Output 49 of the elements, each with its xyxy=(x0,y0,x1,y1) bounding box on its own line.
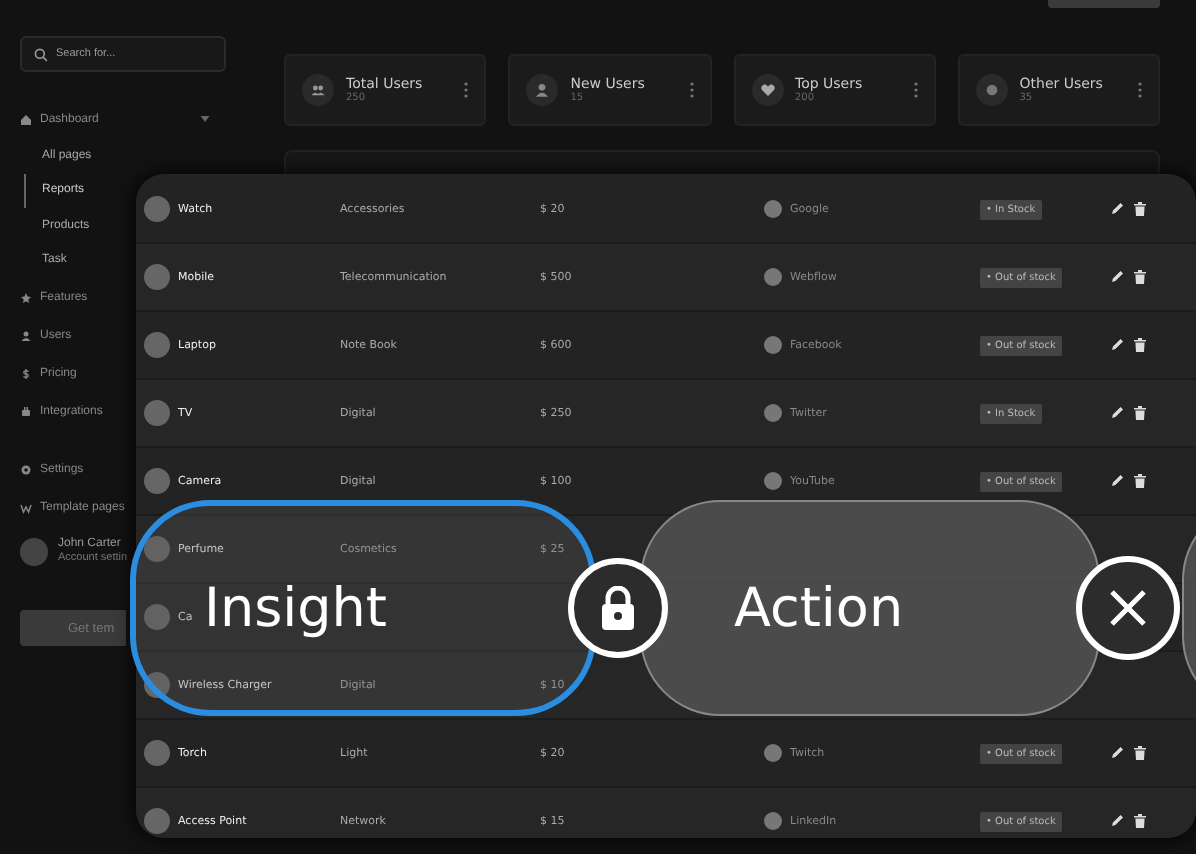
circle-icon xyxy=(983,82,1000,98)
delete-icon[interactable] xyxy=(1134,746,1146,760)
company-logo-icon xyxy=(764,812,782,830)
delete-icon[interactable] xyxy=(1134,406,1146,420)
company-logo-icon xyxy=(764,336,782,354)
edit-icon[interactable] xyxy=(1112,406,1124,418)
edit-icon[interactable] xyxy=(1112,474,1124,486)
company-logo-icon xyxy=(764,744,782,762)
delete-icon[interactable] xyxy=(1134,474,1146,488)
gear-icon xyxy=(20,463,32,475)
delete-icon[interactable] xyxy=(1134,814,1146,828)
edit-icon[interactable] xyxy=(1112,746,1124,758)
product-thumbnail xyxy=(144,808,170,834)
product-thumbnail xyxy=(144,740,170,766)
product-thumbnail xyxy=(144,604,170,630)
close-icon xyxy=(1108,588,1148,628)
search-icon xyxy=(34,48,48,62)
home-icon xyxy=(20,113,32,125)
delete-icon[interactable] xyxy=(1134,338,1146,352)
edit-icon[interactable] xyxy=(1112,270,1124,282)
product-thumbnail xyxy=(144,332,170,358)
company-logo-icon xyxy=(764,268,782,286)
users-icon xyxy=(310,82,326,98)
star-icon xyxy=(20,291,32,303)
more-icon[interactable] xyxy=(913,82,918,98)
company-logo-icon xyxy=(764,404,782,422)
plug-icon xyxy=(20,405,32,417)
company-logo-icon xyxy=(764,200,782,218)
more-icon[interactable] xyxy=(464,82,469,98)
edit-icon[interactable] xyxy=(1112,202,1124,214)
product-thumbnail xyxy=(144,196,170,222)
product-thumbnail xyxy=(144,468,170,494)
option-pill[interactable]: Action xyxy=(640,500,1100,716)
product-thumbnail xyxy=(144,400,170,426)
product-thumbnail xyxy=(144,264,170,290)
edit-icon[interactable] xyxy=(1112,338,1124,350)
delete-icon[interactable] xyxy=(1134,202,1146,216)
edit-icon[interactable] xyxy=(1112,814,1124,826)
dollar-icon xyxy=(20,367,32,379)
user-icon xyxy=(534,82,551,98)
lock-icon xyxy=(598,586,638,630)
company-logo-icon xyxy=(764,472,782,490)
avatar xyxy=(20,538,48,566)
w-logo-icon xyxy=(20,501,32,513)
heart-icon xyxy=(759,82,775,98)
product-thumbnail xyxy=(144,536,170,562)
product-thumbnail xyxy=(144,672,170,698)
user-icon xyxy=(20,329,32,341)
delete-icon[interactable] xyxy=(1134,270,1146,284)
